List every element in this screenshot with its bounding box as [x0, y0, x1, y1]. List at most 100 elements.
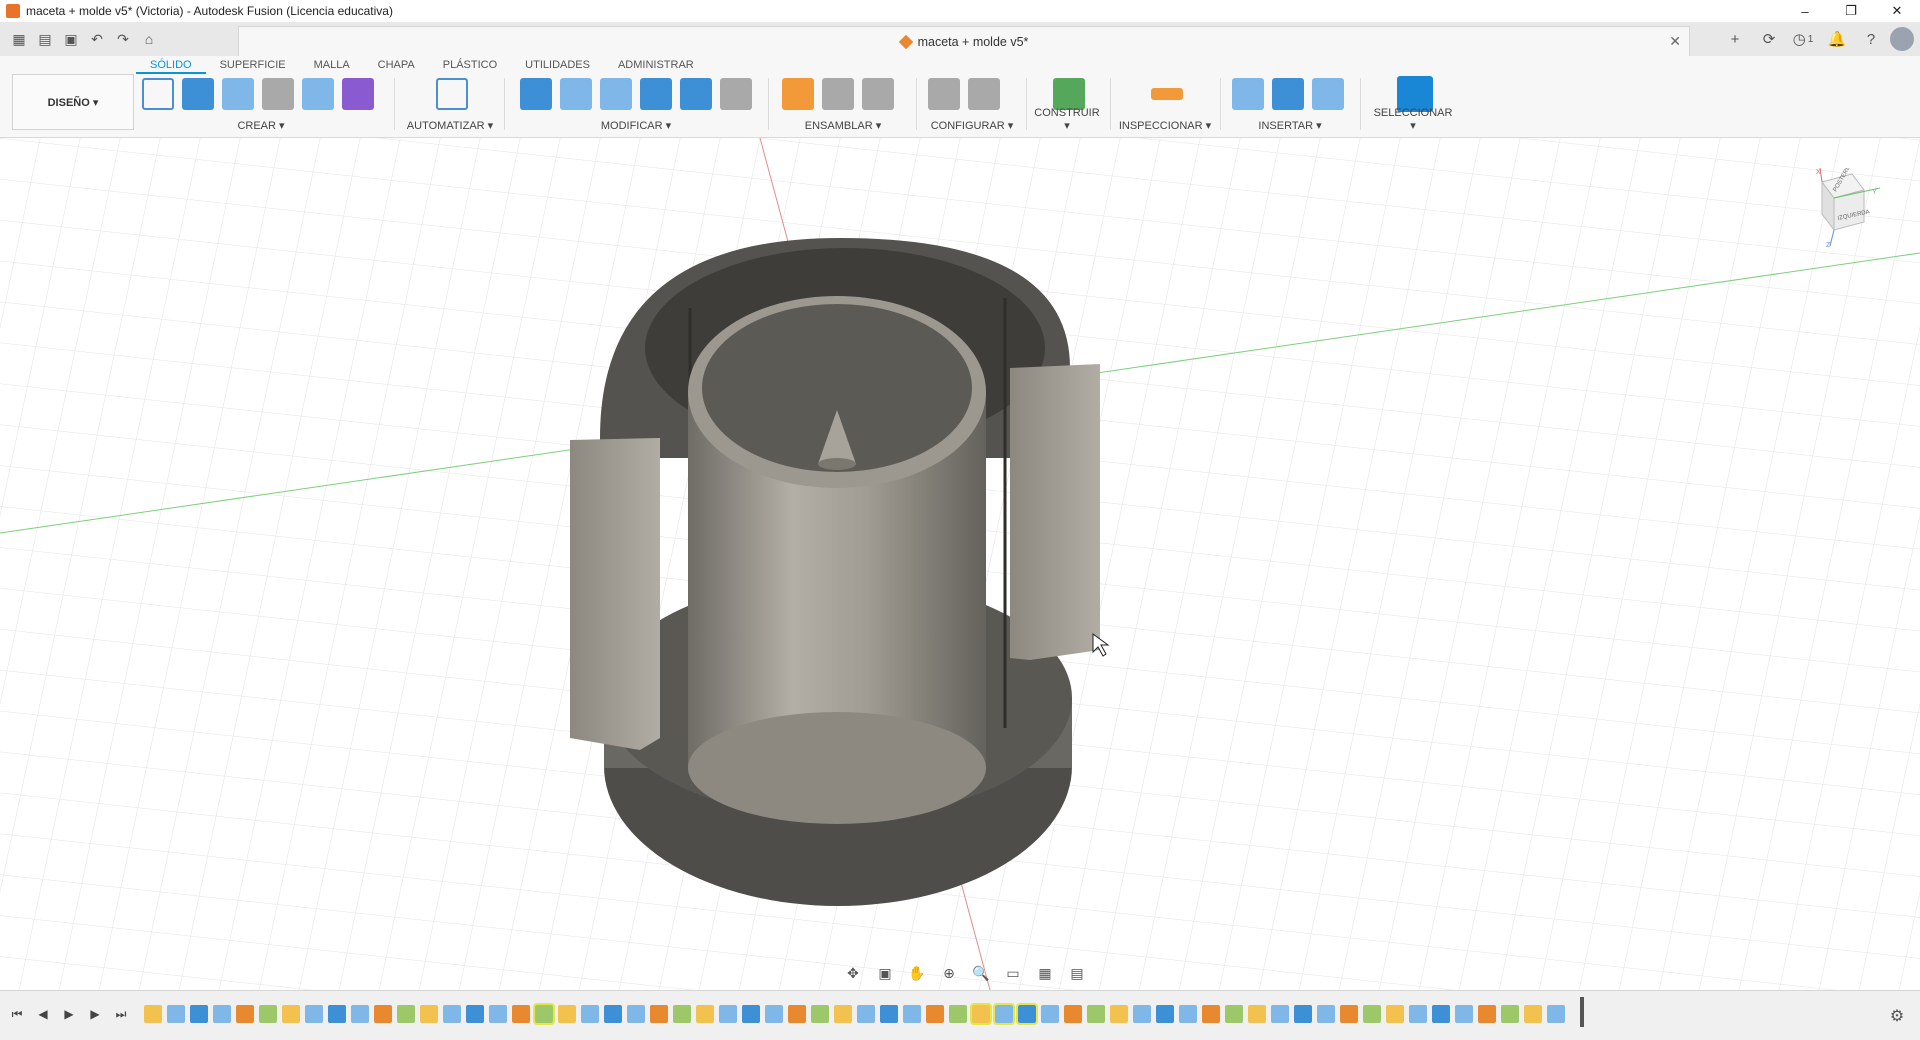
timeline-feature-icon[interactable] [1087, 1005, 1105, 1023]
new-component-icon[interactable] [782, 78, 814, 110]
chamfer-icon[interactable] [600, 78, 632, 110]
group-label-ensamblar[interactable]: ENSAMBLAR ▾ [778, 119, 908, 132]
timeline-feature-icon[interactable] [1478, 1005, 1496, 1023]
timeline-feature-icon[interactable] [259, 1005, 277, 1023]
timeline-feature-icon[interactable] [696, 1005, 714, 1023]
group-label-insertar[interactable]: INSERTAR ▾ [1228, 119, 1352, 132]
timeline-feature-icon[interactable] [305, 1005, 323, 1023]
revolve-icon[interactable] [222, 78, 254, 110]
save-icon[interactable]: ▣ [58, 26, 84, 52]
insert-mesh-icon[interactable] [1272, 78, 1304, 110]
timeline-feature-icon[interactable] [443, 1005, 461, 1023]
timeline-feature-icon[interactable] [880, 1005, 898, 1023]
zoom-icon[interactable]: ⊕ [936, 962, 962, 984]
go-to-start-icon[interactable]: ⏮ [6, 1003, 28, 1025]
pan-icon[interactable]: ✋ [904, 962, 930, 984]
timeline-feature-icon[interactable] [970, 1003, 992, 1025]
restore-button[interactable]: ❐ [1828, 0, 1874, 22]
timeline-feature-icon[interactable] [1294, 1005, 1312, 1023]
view-cube[interactable]: POSTERIOR IZQUIERDA X Y Z [1800, 168, 1880, 248]
group-label-seleccionar[interactable]: SELECCIONAR ▾ [1370, 107, 1456, 132]
timeline-feature-icon[interactable] [1340, 1005, 1358, 1023]
timeline-feature-icon[interactable] [1386, 1005, 1404, 1023]
timeline-feature-icon[interactable] [397, 1005, 415, 1023]
insert-derive-icon[interactable] [1232, 78, 1264, 110]
tab-solido[interactable]: SÓLIDO [136, 56, 206, 74]
fillet-icon[interactable] [560, 78, 592, 110]
tab-plastico[interactable]: PLÁSTICO [429, 56, 511, 74]
measure-icon[interactable] [1151, 88, 1183, 100]
timeline-feature-icon[interactable] [1317, 1005, 1335, 1023]
automate-icon[interactable] [436, 78, 468, 110]
move-icon[interactable] [720, 78, 752, 110]
tab-utilidades[interactable]: UTILIDADES [511, 56, 604, 74]
timeline-feature-icon[interactable] [167, 1005, 185, 1023]
timeline-feature-icon[interactable] [144, 1005, 162, 1023]
redo-icon[interactable]: ↷ [110, 26, 136, 52]
step-forward-icon[interactable]: ▶ [84, 1003, 106, 1025]
timeline-feature-icon[interactable] [213, 1005, 231, 1023]
timeline-feature-icon[interactable] [533, 1003, 555, 1025]
extensions-icon[interactable]: ⟳ [1754, 24, 1784, 54]
timeline-feature-icon[interactable] [1156, 1005, 1174, 1023]
fit-icon[interactable]: 🔍 [968, 962, 994, 984]
timeline-feature-icon[interactable] [1432, 1005, 1450, 1023]
timeline-feature-icon[interactable] [650, 1005, 668, 1023]
avatar[interactable] [1890, 27, 1914, 51]
pattern-icon[interactable] [302, 78, 334, 110]
timeline-feature-icon[interactable] [1016, 1003, 1038, 1025]
timeline-feature-icon[interactable] [949, 1005, 967, 1023]
tab-superficie[interactable]: SUPERFICIE [206, 56, 300, 74]
group-label-modificar[interactable]: MODIFICAR ▾ [516, 119, 756, 132]
construct-plane-icon[interactable] [1053, 78, 1085, 110]
display-settings-icon[interactable]: ▭ [1000, 962, 1026, 984]
workspace-selector[interactable]: DISEÑO ▾ [12, 74, 134, 130]
timeline-feature-icon[interactable] [1179, 1005, 1197, 1023]
canvas-viewport[interactable]: POSTERIOR IZQUIERDA X Y Z [0, 138, 1920, 990]
timeline-feature-icon[interactable] [558, 1005, 576, 1023]
close-tab-button[interactable]: ✕ [1669, 33, 1681, 50]
timeline-feature-icon[interactable] [1064, 1005, 1082, 1023]
timeline-feature-icon[interactable] [1363, 1005, 1381, 1023]
combine-icon[interactable] [640, 78, 672, 110]
timeline-feature-icon[interactable] [857, 1005, 875, 1023]
timeline-feature-icon[interactable] [604, 1005, 622, 1023]
viewports-icon[interactable]: ▤ [1064, 962, 1090, 984]
tab-chapa[interactable]: CHAPA [364, 56, 429, 74]
form-icon[interactable] [342, 78, 374, 110]
timeline-feature-icon[interactable] [512, 1005, 530, 1023]
timeline-feature-icon[interactable] [374, 1005, 392, 1023]
timeline-feature-icon[interactable] [190, 1005, 208, 1023]
group-label-configurar[interactable]: CONFIGURAR ▾ [924, 119, 1020, 132]
timeline-feature-icon[interactable] [1409, 1005, 1427, 1023]
grid-settings-icon[interactable]: ▦ [1032, 962, 1058, 984]
timeline-feature-icon[interactable] [282, 1005, 300, 1023]
timeline-feature-icon[interactable] [627, 1005, 645, 1023]
bom-icon[interactable] [862, 78, 894, 110]
hole-icon[interactable] [262, 78, 294, 110]
timeline-feature-icon[interactable] [1455, 1005, 1473, 1023]
home-icon[interactable]: ⌂ [136, 26, 162, 52]
gear-icon[interactable]: ⚙ [1886, 1005, 1908, 1027]
timeline-marker[interactable] [1580, 997, 1584, 1027]
job-status-icon[interactable]: ◷ 1 [1788, 24, 1818, 54]
go-to-end-icon[interactable]: ⏭ [110, 1003, 132, 1025]
timeline-feature-icon[interactable] [236, 1005, 254, 1023]
timeline-feature-icon[interactable] [420, 1005, 438, 1023]
timeline-feature-icon[interactable] [993, 1003, 1015, 1025]
model-body[interactable] [570, 238, 1100, 906]
group-label-construir[interactable]: CONSTRUIR ▾ [1032, 107, 1102, 132]
table-icon[interactable] [968, 78, 1000, 110]
timeline-feature-icon[interactable] [581, 1005, 599, 1023]
extrude-icon[interactable] [182, 78, 214, 110]
timeline-feature-icon[interactable] [1547, 1005, 1565, 1023]
timeline-feature-icon[interactable] [903, 1005, 921, 1023]
shell-icon[interactable] [680, 78, 712, 110]
orbit-icon[interactable]: ✥ [840, 962, 866, 984]
undo-icon[interactable]: ↶ [84, 26, 110, 52]
notifications-icon[interactable]: 🔔 [1822, 24, 1852, 54]
create-sketch-icon[interactable] [142, 78, 174, 110]
group-label-automatizar[interactable]: AUTOMATIZAR ▾ [404, 119, 496, 132]
new-tab-icon[interactable]: + [1720, 24, 1750, 54]
minimize-button[interactable]: – [1782, 0, 1828, 22]
